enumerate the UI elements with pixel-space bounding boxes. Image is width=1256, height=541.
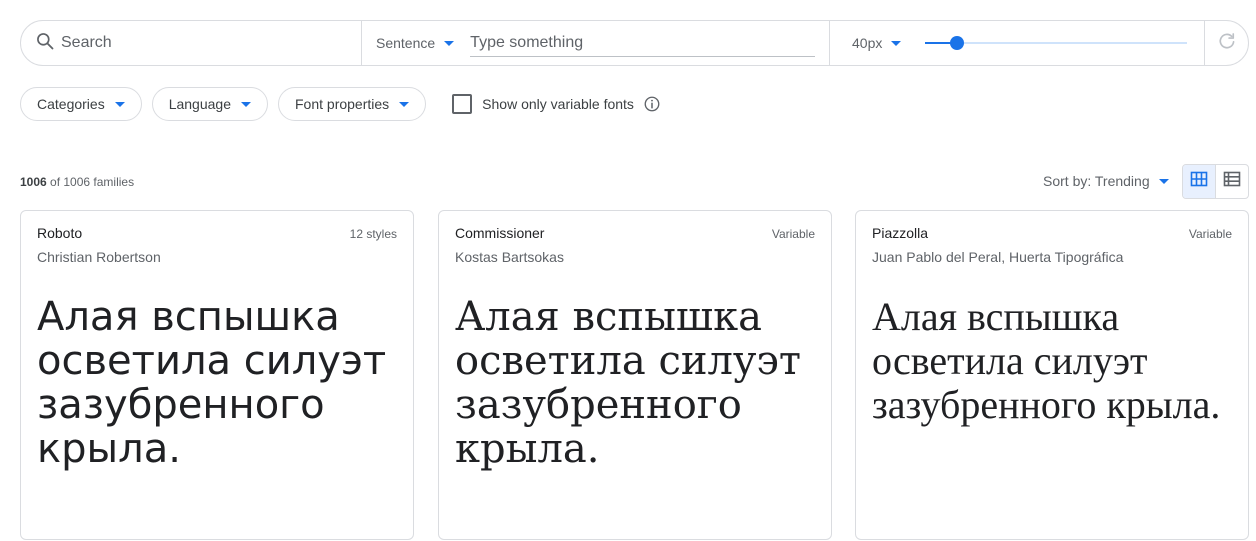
sort-dropdown[interactable]: Sort by: Trending <box>1043 173 1169 189</box>
preview-size-section: 40px <box>830 21 1204 65</box>
font-browser-page: Search Sentence Type something 40px Cate… <box>0 0 1256 541</box>
font-card-roboto[interactable]: Roboto 12 styles Christian Robertson Ала… <box>20 210 414 540</box>
results-count-shown: 1006 <box>20 175 47 189</box>
grid-view-button[interactable] <box>1183 165 1215 198</box>
list-view-button[interactable] <box>1215 165 1248 198</box>
categories-label: Categories <box>37 96 105 112</box>
info-icon[interactable] <box>643 95 661 113</box>
refresh-icon <box>1217 31 1237 56</box>
sort-label: Sort by: Trending <box>1043 173 1150 189</box>
font-card-piazzolla[interactable]: Piazzolla Variable Juan Pablo del Peral,… <box>855 210 1249 540</box>
preview-text-input[interactable]: Type something <box>470 29 816 57</box>
preview-text-section: Sentence Type something <box>362 21 829 65</box>
variable-fonts-label[interactable]: Show only variable fonts <box>482 96 634 112</box>
font-size-slider[interactable] <box>925 35 1188 51</box>
font-name: Piazzolla <box>872 225 929 241</box>
slider-track <box>925 42 1188 44</box>
search-icon <box>35 31 55 56</box>
list-view-icon <box>1223 170 1241 193</box>
font-name: Roboto <box>37 225 83 241</box>
font-name: Commissioner <box>455 225 545 241</box>
font-author: Kostas Bartsokas <box>455 249 564 265</box>
font-variable-badge: Variable <box>1188 227 1232 241</box>
search-preview-bar: Search Sentence Type something 40px <box>20 20 1249 66</box>
font-author: Christian Robertson <box>37 249 161 265</box>
results-count-text: of 1006 families <box>46 175 135 189</box>
view-toggle <box>1182 164 1249 199</box>
font-preview-text: Алая вспышка осветила силуэт зазубренног… <box>872 294 1221 427</box>
caret-down-icon <box>114 101 125 107</box>
preview-text-placeholder: Type something <box>470 33 584 51</box>
card-header: Roboto 12 styles <box>37 225 397 241</box>
variable-fonts-toggle: Show only variable fonts <box>452 94 661 114</box>
filter-row: Categories Language Font properties Show… <box>20 87 661 121</box>
results-count: 1006 of 1006 families <box>20 175 134 189</box>
search-placeholder: Search <box>61 34 112 51</box>
font-preview-text: Алая вспышка осветила силуэт зазубренног… <box>37 294 387 472</box>
categories-filter[interactable]: Categories <box>20 87 142 121</box>
grid-view-icon <box>1190 170 1208 193</box>
card-header: Piazzolla Variable <box>872 225 1232 241</box>
slider-thumb[interactable] <box>949 36 964 50</box>
caret-down-icon <box>444 40 455 46</box>
font-properties-filter[interactable]: Font properties <box>278 87 427 121</box>
preview-mode-label: Sentence <box>376 35 436 51</box>
font-author: Juan Pablo del Peral, Huerta Tipográfica <box>872 249 1124 265</box>
font-preview-text: Алая вспышка осветила силуэт зазубренног… <box>455 294 801 472</box>
caret-down-icon <box>1158 178 1169 184</box>
caret-down-icon <box>241 101 251 107</box>
font-size-label: 40px <box>852 35 883 51</box>
preview-mode-dropdown[interactable]: Sentence <box>376 35 455 51</box>
font-size-dropdown[interactable]: 40px <box>852 35 902 51</box>
caret-down-icon <box>399 101 410 107</box>
variable-fonts-checkbox[interactable] <box>452 94 473 114</box>
font-variable-badge: Variable <box>771 227 815 241</box>
font-card-commissioner[interactable]: Commissioner Variable Kostas Bartsokas А… <box>438 210 832 540</box>
font-styles-count: 12 styles <box>349 227 397 241</box>
search-field[interactable]: Search <box>21 21 361 65</box>
language-label: Language <box>168 96 231 112</box>
card-header: Commissioner Variable <box>455 225 815 241</box>
reset-button[interactable] <box>1205 21 1248 65</box>
caret-down-icon <box>891 40 902 46</box>
font-properties-label: Font properties <box>295 96 390 112</box>
language-filter[interactable]: Language <box>151 87 268 121</box>
